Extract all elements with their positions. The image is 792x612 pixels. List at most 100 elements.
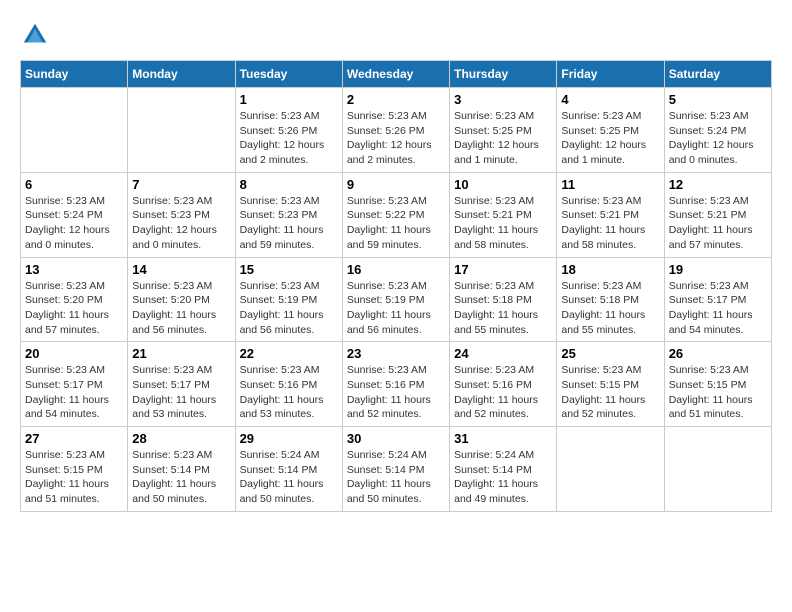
day-info: Sunrise: 5:23 AMSunset: 5:24 PMDaylight:… [25,194,123,253]
calendar-cell: 5Sunrise: 5:23 AMSunset: 5:24 PMDaylight… [664,88,771,173]
day-info: Sunrise: 5:23 AMSunset: 5:16 PMDaylight:… [347,363,445,422]
day-info: Sunrise: 5:23 AMSunset: 5:20 PMDaylight:… [132,279,230,338]
day-number: 11 [561,177,659,192]
day-info: Sunrise: 5:23 AMSunset: 5:21 PMDaylight:… [454,194,552,253]
day-info: Sunrise: 5:23 AMSunset: 5:15 PMDaylight:… [25,448,123,507]
calendar-cell: 23 Sunrise: 5:23 AMSunset: 5:16 PMDayligh… [342,342,449,427]
calendar-cell: 27 Sunrise: 5:23 AMSunset: 5:15 PMDayligh… [21,427,128,512]
day-number: 24 [454,346,552,361]
day-info: Sunrise: 5:23 AMSunset: 5:17 PMDaylight:… [25,363,123,422]
calendar-cell: 11 Sunrise: 5:23 AMSunset: 5:21 PMDayligh… [557,172,664,257]
day-number: 8 [240,177,338,192]
calendar-cell: 26 Sunrise: 5:23 AMSunset: 5:15 PMDayligh… [664,342,771,427]
calendar-cell: 28 Sunrise: 5:23 AMSunset: 5:14 PMDayligh… [128,427,235,512]
week-row-1: 1 Sunrise: 5:23 AMSunset: 5:26 PMDaylight… [21,88,772,173]
day-info: Sunrise: 5:23 AMSunset: 5:19 PMDaylight:… [347,279,445,338]
day-number: 21 [132,346,230,361]
calendar-cell: 3Sunrise: 5:23 AMSunset: 5:25 PMDaylight… [450,88,557,173]
day-info: Sunrise: 5:23 AMSunset: 5:21 PMDaylight:… [669,194,767,253]
calendar-cell: 29 Sunrise: 5:24 AMSunset: 5:14 PMDayligh… [235,427,342,512]
day-info: Sunrise: 5:23 AMSunset: 5:15 PMDaylight:… [669,363,767,422]
day-info: Sunrise: 5:23 AMSunset: 5:23 PMDaylight:… [132,194,230,253]
day-info: Sunrise: 5:23 AMSunset: 5:17 PMDaylight:… [132,363,230,422]
day-info: Sunrise: 5:24 AMSunset: 5:14 PMDaylight:… [454,448,552,507]
day-number: 16 [347,262,445,277]
day-info: Sunrise: 5:24 AMSunset: 5:14 PMDaylight:… [347,448,445,507]
day-number: 13 [25,262,123,277]
weekday-header-wednesday: Wednesday [342,61,449,88]
day-info: Sunrise: 5:23 AMSunset: 5:18 PMDaylight:… [454,279,552,338]
week-row-2: 6Sunrise: 5:23 AMSunset: 5:24 PMDaylight… [21,172,772,257]
day-number: 3 [454,92,552,107]
day-number: 20 [25,346,123,361]
calendar-cell: 25 Sunrise: 5:23 AMSunset: 5:15 PMDayligh… [557,342,664,427]
calendar-cell: 9 Sunrise: 5:23 AMSunset: 5:22 PMDaylight… [342,172,449,257]
calendar-cell: 30 Sunrise: 5:24 AMSunset: 5:14 PMDayligh… [342,427,449,512]
calendar-cell: 14 Sunrise: 5:23 AMSunset: 5:20 PMDayligh… [128,257,235,342]
day-number: 27 [25,431,123,446]
calendar-cell: 18 Sunrise: 5:23 AMSunset: 5:18 PMDayligh… [557,257,664,342]
day-number: 1 [240,92,338,107]
day-info: Sunrise: 5:23 AMSunset: 5:22 PMDaylight:… [347,194,445,253]
weekday-header-saturday: Saturday [664,61,771,88]
day-number: 4 [561,92,659,107]
calendar-cell [664,427,771,512]
calendar-cell: 15Sunrise: 5:23 AMSunset: 5:19 PMDayligh… [235,257,342,342]
calendar-cell [557,427,664,512]
day-number: 28 [132,431,230,446]
day-number: 7 [132,177,230,192]
day-number: 29 [240,431,338,446]
day-info: Sunrise: 5:23 AMSunset: 5:17 PMDaylight:… [669,279,767,338]
day-info: Sunrise: 5:23 AMSunset: 5:15 PMDaylight:… [561,363,659,422]
calendar-cell: 1 Sunrise: 5:23 AMSunset: 5:26 PMDaylight… [235,88,342,173]
logo-icon [20,20,50,50]
calendar-cell: 17 Sunrise: 5:23 AMSunset: 5:18 PMDayligh… [450,257,557,342]
day-info: Sunrise: 5:23 AMSunset: 5:16 PMDaylight:… [240,363,338,422]
day-info: Sunrise: 5:23 AMSunset: 5:14 PMDaylight:… [132,448,230,507]
day-number: 12 [669,177,767,192]
calendar-cell: 24 Sunrise: 5:23 AMSunset: 5:16 PMDayligh… [450,342,557,427]
calendar-cell: 31 Sunrise: 5:24 AMSunset: 5:14 PMDayligh… [450,427,557,512]
weekday-header-sunday: Sunday [21,61,128,88]
header [20,20,772,50]
day-number: 25 [561,346,659,361]
calendar-cell: 4Sunrise: 5:23 AMSunset: 5:25 PMDaylight… [557,88,664,173]
day-number: 18 [561,262,659,277]
day-number: 23 [347,346,445,361]
calendar-cell: 16 Sunrise: 5:23 AMSunset: 5:19 PMDayligh… [342,257,449,342]
week-row-4: 20 Sunrise: 5:23 AMSunset: 5:17 PMDayligh… [21,342,772,427]
calendar-cell: 13 Sunrise: 5:23 AMSunset: 5:20 PMDayligh… [21,257,128,342]
day-number: 26 [669,346,767,361]
calendar-cell: 6Sunrise: 5:23 AMSunset: 5:24 PMDaylight… [21,172,128,257]
weekday-header-tuesday: Tuesday [235,61,342,88]
day-number: 30 [347,431,445,446]
day-info: Sunrise: 5:23 AMSunset: 5:21 PMDaylight:… [561,194,659,253]
day-number: 14 [132,262,230,277]
day-number: 31 [454,431,552,446]
week-row-5: 27 Sunrise: 5:23 AMSunset: 5:15 PMDayligh… [21,427,772,512]
calendar-table: SundayMondayTuesdayWednesdayThursdayFrid… [20,60,772,512]
calendar-cell: 12 Sunrise: 5:23 AMSunset: 5:21 PMDayligh… [664,172,771,257]
day-info: Sunrise: 5:23 AMSunset: 5:20 PMDaylight:… [25,279,123,338]
day-number: 17 [454,262,552,277]
day-info: Sunrise: 5:23 AMSunset: 5:26 PMDaylight:… [240,109,338,168]
day-number: 22 [240,346,338,361]
day-info: Sunrise: 5:23 AMSunset: 5:26 PMDaylight:… [347,109,445,168]
day-number: 15 [240,262,338,277]
calendar-cell: 21 Sunrise: 5:23 AMSunset: 5:17 PMDayligh… [128,342,235,427]
calendar-cell: 19 Sunrise: 5:23 AMSunset: 5:17 PMDayligh… [664,257,771,342]
day-info: Sunrise: 5:23 AMSunset: 5:16 PMDaylight:… [454,363,552,422]
calendar-cell: 20 Sunrise: 5:23 AMSunset: 5:17 PMDayligh… [21,342,128,427]
calendar-cell [21,88,128,173]
calendar-cell: 8 Sunrise: 5:23 AMSunset: 5:23 PMDaylight… [235,172,342,257]
day-info: Sunrise: 5:23 AMSunset: 5:18 PMDaylight:… [561,279,659,338]
day-number: 19 [669,262,767,277]
day-info: Sunrise: 5:23 AMSunset: 5:23 PMDaylight:… [240,194,338,253]
day-info: Sunrise: 5:24 AMSunset: 5:14 PMDaylight:… [240,448,338,507]
logo [20,20,54,50]
calendar-cell [128,88,235,173]
weekday-header-row: SundayMondayTuesdayWednesdayThursdayFrid… [21,61,772,88]
calendar-cell: 22 Sunrise: 5:23 AMSunset: 5:16 PMDayligh… [235,342,342,427]
day-number: 9 [347,177,445,192]
calendar-cell: 7 Sunrise: 5:23 AMSunset: 5:23 PMDaylight… [128,172,235,257]
